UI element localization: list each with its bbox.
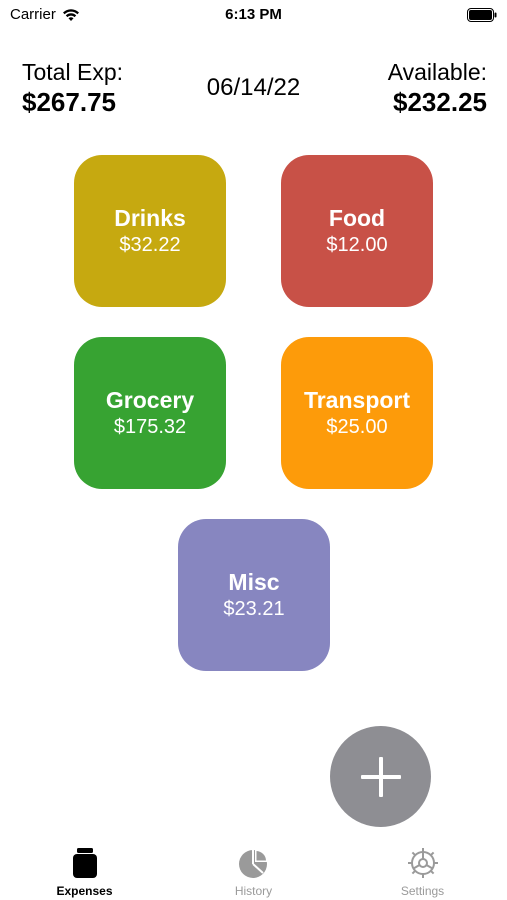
category-name: Transport	[303, 386, 411, 413]
add-expense-button[interactable]	[330, 726, 431, 827]
category-name: Misc	[228, 568, 280, 595]
tab-history[interactable]: History	[169, 838, 338, 900]
status-time: 6:13 PM	[225, 6, 282, 23]
battery-icon	[467, 8, 497, 22]
expense-summary: Total Exp: $267.75 06/14/22 Available: $…	[0, 58, 507, 128]
pie-chart-icon	[238, 849, 268, 878]
category-tile-drinks[interactable]: Drinks $32.22	[74, 155, 226, 307]
category-name: Food	[328, 204, 386, 231]
category-tile-transport[interactable]: Transport $25.00	[281, 337, 433, 489]
jar-icon	[72, 848, 97, 878]
tab-label: History	[234, 884, 273, 898]
tab-bar: Expenses History Settings	[0, 838, 507, 900]
category-name: Grocery	[105, 386, 195, 413]
category-amount: $25.00	[326, 415, 388, 438]
category-tile-grocery[interactable]: Grocery $175.32	[74, 337, 226, 489]
available-label: Available:	[387, 59, 487, 85]
tab-expenses[interactable]: Expenses	[0, 838, 169, 900]
available-value: $232.25	[393, 87, 487, 117]
plus-icon	[360, 756, 401, 797]
category-amount: $12.00	[326, 233, 388, 256]
category-tile-misc[interactable]: Misc $23.21	[178, 519, 330, 671]
category-amount: $175.32	[113, 415, 187, 438]
category-amount: $32.22	[119, 233, 181, 256]
tab-label: Settings	[400, 884, 445, 898]
tab-label: Expenses	[56, 884, 113, 898]
category-name: Drinks	[114, 204, 186, 231]
available-block: Available: $232.25	[388, 58, 487, 118]
gear-icon	[407, 848, 438, 878]
category-tile-food[interactable]: Food $12.00	[281, 155, 433, 307]
status-bar: Carrier 6:13 PM	[0, 0, 507, 30]
category-amount: $23.21	[223, 597, 285, 620]
tab-settings[interactable]: Settings	[338, 838, 507, 900]
